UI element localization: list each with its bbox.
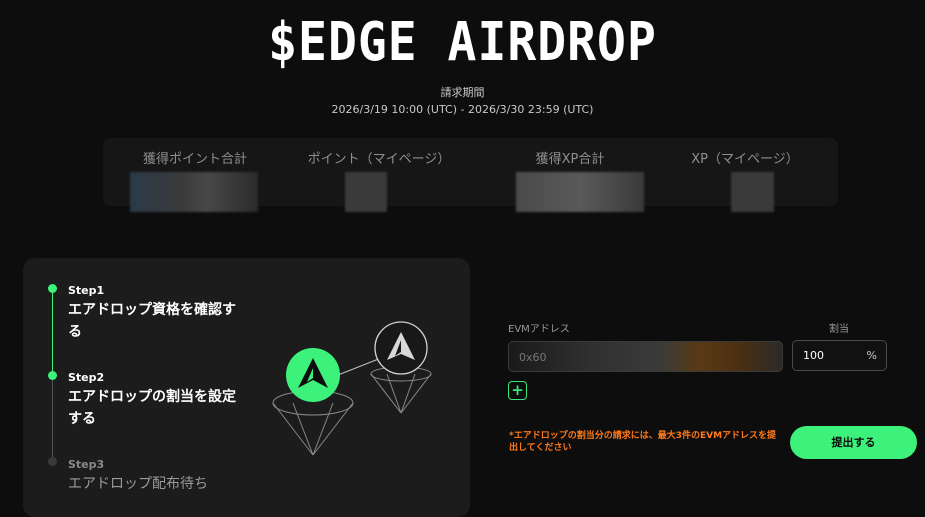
step2-dot <box>48 371 57 380</box>
step2-text: エアドロップの割当を設定する <box>68 389 236 427</box>
points-mypage-label: ポイント（マイページ） <box>307 152 451 167</box>
step-connector-done <box>52 288 53 375</box>
submission-note: *エアドロップの割当分の請求には、最大3件のEVMアドレスを提出してください <box>509 431 777 453</box>
xp-total-label: 獲得XP合計 <box>535 152 605 167</box>
add-address-button[interactable]: + <box>508 381 527 400</box>
points-total-value-redacted <box>130 172 258 212</box>
percent-sign: % <box>866 349 877 362</box>
step2-label: Step2 <box>68 371 105 384</box>
step-connector-pending <box>52 375 53 461</box>
points-mypage-value-redacted <box>345 172 387 212</box>
claim-period-value: 2026/3/19 10:00 (UTC) - 2026/3/30 23:59 … <box>331 103 594 116</box>
claim-period-label: 請求期間 <box>440 86 485 99</box>
step1-text: エアドロップ資格を確認する <box>68 302 236 340</box>
xp-mypage-label: XP（マイページ） <box>691 152 799 167</box>
evm-address-input[interactable]: 0x60 <box>508 341 783 372</box>
evm-address-label: EVMアドレス <box>508 324 570 335</box>
step1-label: Step1 <box>68 284 105 297</box>
allocation-percent-input[interactable]: 100 % <box>792 340 887 371</box>
allocation-value: 100 <box>803 349 824 362</box>
step3-dot <box>48 457 57 466</box>
allocation-label: 割当 <box>829 324 849 335</box>
airdrop-illustration <box>272 321 432 456</box>
xp-mypage-value-redacted <box>731 172 774 212</box>
submit-button[interactable]: 提出する <box>790 426 917 459</box>
xp-total-value-redacted <box>516 172 644 212</box>
step1-dot <box>48 284 57 293</box>
page-title: $EDGE AIRDROP <box>268 10 657 74</box>
step3-text: エアドロップ配布待ち <box>68 476 208 492</box>
step3-label: Step3 <box>68 458 105 471</box>
steps-card: Step1 エアドロップ資格を確認する Step2 エアドロップの割当を設定する… <box>23 258 470 517</box>
points-total-label: 獲得ポイント合計 <box>142 152 247 167</box>
stats-panel: 獲得ポイント合計 ポイント（マイページ） 獲得XP合計 XP（マイページ） <box>103 138 838 212</box>
